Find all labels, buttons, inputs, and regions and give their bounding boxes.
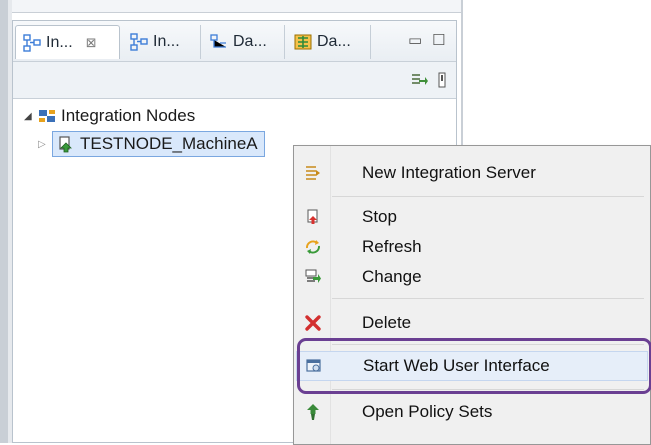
data-icon: [210, 33, 228, 51]
tab-data-2[interactable]: Da...: [287, 25, 371, 59]
tab-label: Da...: [233, 33, 267, 50]
context-menu: New Integration Server Stop Refresh Chan…: [293, 145, 651, 445]
maximize-view-icon[interactable]: ☐: [432, 31, 445, 49]
expand-arrow-icon[interactable]: ◢: [24, 111, 38, 122]
menu-item-label: Open Policy Sets: [362, 402, 493, 421]
view-tab-bar: In... ⊠ In... Da... Da... ▭ ☐: [13, 21, 456, 62]
new-server-icon: [296, 164, 330, 182]
refresh-icon: [296, 238, 330, 256]
tab-integration-2[interactable]: In...: [123, 25, 201, 59]
menu-item-start-web-user-interface[interactable]: Start Web User Interface: [296, 351, 648, 381]
tab-label: In...: [46, 33, 73, 51]
menu-item-label: Refresh: [362, 237, 422, 256]
menu-item-delete[interactable]: Delete: [296, 308, 648, 338]
menu-item-label: Start Web User Interface: [363, 356, 550, 375]
menu-separator: [332, 389, 644, 390]
menu-item-change[interactable]: Change: [296, 262, 648, 292]
stop-icon: [296, 208, 330, 226]
change-icon: [296, 268, 330, 286]
data-capture-icon: [294, 33, 312, 51]
view-menu-icon[interactable]: [433, 71, 451, 89]
minimize-view-icon[interactable]: ▭: [408, 31, 422, 49]
tab-label: In...: [153, 33, 180, 50]
integration-node-icon: [57, 135, 75, 153]
menu-item-refresh[interactable]: Refresh: [296, 232, 648, 262]
tree-node-label: TESTNODE_MachineA: [80, 134, 258, 153]
integration-nodes-icon: [130, 33, 148, 51]
top-frame: [12, 0, 461, 13]
tab-label: Da...: [317, 33, 351, 50]
menu-separator: [332, 344, 644, 345]
tree-root-row[interactable]: ◢ Integration Nodes: [24, 103, 195, 129]
menu-item-label: New Integration Server: [362, 163, 536, 182]
delete-icon: [296, 314, 330, 332]
policy-sets-icon: [296, 403, 330, 421]
tab-data-1[interactable]: Da...: [203, 25, 285, 59]
close-tab-icon[interactable]: ⊠: [86, 35, 97, 51]
menu-item-stop[interactable]: Stop: [296, 202, 648, 232]
collapse-arrow-icon[interactable]: ▷: [38, 139, 52, 150]
menu-item-open-policy-sets[interactable]: Open Policy Sets: [296, 397, 648, 427]
integration-nodes-icon: [38, 107, 56, 125]
web-ui-icon: [297, 357, 331, 375]
view-toolbar: [13, 62, 456, 99]
menu-separator: [332, 298, 644, 299]
menu-item-label: Stop: [362, 207, 397, 226]
integration-nodes-icon: [23, 33, 41, 52]
menu-item-label: Delete: [362, 313, 412, 332]
menu-item-label: Change: [362, 267, 422, 286]
menu-item-new-integration-server[interactable]: New Integration Server: [296, 158, 648, 188]
connect-icon[interactable]: [410, 71, 428, 89]
menu-separator: [332, 196, 644, 197]
tree-node-row[interactable]: ▷ TESTNODE_MachineA: [38, 131, 265, 157]
tree-root-label: Integration Nodes: [61, 106, 196, 125]
selected-node[interactable]: TESTNODE_MachineA: [52, 131, 265, 157]
tab-integration-nodes[interactable]: In... ⊠: [15, 25, 120, 59]
